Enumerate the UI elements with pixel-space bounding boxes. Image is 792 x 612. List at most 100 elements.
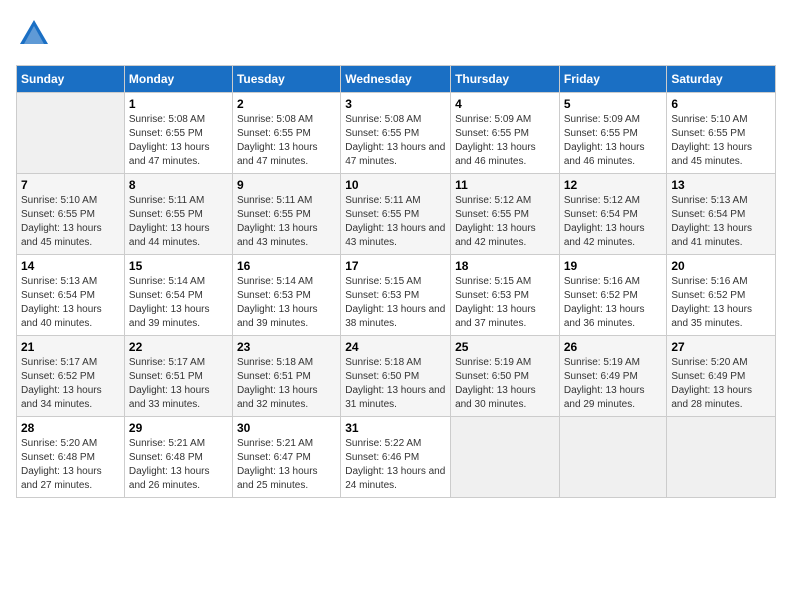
day-number: 20 (671, 259, 771, 273)
calendar-cell: 5 Sunrise: 5:09 AMSunset: 6:55 PMDayligh… (559, 93, 667, 174)
calendar-cell (17, 93, 125, 174)
day-info: Sunrise: 5:12 AMSunset: 6:55 PMDaylight:… (455, 195, 536, 248)
day-number: 24 (345, 340, 446, 354)
day-number: 16 (237, 259, 336, 273)
calendar-cell: 16 Sunrise: 5:14 AMSunset: 6:53 PMDaylig… (232, 255, 340, 336)
day-info: Sunrise: 5:13 AMSunset: 6:54 PMDaylight:… (21, 276, 102, 329)
day-number: 28 (21, 421, 120, 435)
weekday-header-monday: Monday (124, 66, 232, 93)
day-info: Sunrise: 5:14 AMSunset: 6:54 PMDaylight:… (129, 276, 210, 329)
weekday-header-wednesday: Wednesday (341, 66, 451, 93)
day-number: 23 (237, 340, 336, 354)
day-number: 2 (237, 97, 336, 111)
calendar-table: SundayMondayTuesdayWednesdayThursdayFrid… (16, 65, 776, 498)
weekday-header-friday: Friday (559, 66, 667, 93)
calendar-cell: 10 Sunrise: 5:11 AMSunset: 6:55 PMDaylig… (341, 174, 451, 255)
day-info: Sunrise: 5:16 AMSunset: 6:52 PMDaylight:… (564, 276, 645, 329)
calendar-week-4: 21 Sunrise: 5:17 AMSunset: 6:52 PMDaylig… (17, 336, 776, 417)
logo (16, 16, 56, 57)
calendar-cell: 8 Sunrise: 5:11 AMSunset: 6:55 PMDayligh… (124, 174, 232, 255)
page-header (16, 16, 776, 57)
day-number: 5 (564, 97, 663, 111)
calendar-week-5: 28 Sunrise: 5:20 AMSunset: 6:48 PMDaylig… (17, 417, 776, 498)
day-number: 21 (21, 340, 120, 354)
day-number: 19 (564, 259, 663, 273)
weekday-header-tuesday: Tuesday (232, 66, 340, 93)
day-info: Sunrise: 5:19 AMSunset: 6:49 PMDaylight:… (564, 357, 645, 410)
day-number: 3 (345, 97, 446, 111)
calendar-cell (667, 417, 776, 498)
day-info: Sunrise: 5:15 AMSunset: 6:53 PMDaylight:… (455, 276, 536, 329)
day-number: 13 (671, 178, 771, 192)
day-info: Sunrise: 5:11 AMSunset: 6:55 PMDaylight:… (237, 195, 318, 248)
calendar-cell: 29 Sunrise: 5:21 AMSunset: 6:48 PMDaylig… (124, 417, 232, 498)
calendar-cell (451, 417, 560, 498)
calendar-cell: 21 Sunrise: 5:17 AMSunset: 6:52 PMDaylig… (17, 336, 125, 417)
calendar-cell: 25 Sunrise: 5:19 AMSunset: 6:50 PMDaylig… (451, 336, 560, 417)
day-number: 26 (564, 340, 663, 354)
day-number: 10 (345, 178, 446, 192)
day-info: Sunrise: 5:18 AMSunset: 6:50 PMDaylight:… (345, 357, 445, 410)
calendar-cell: 24 Sunrise: 5:18 AMSunset: 6:50 PMDaylig… (341, 336, 451, 417)
calendar-cell: 23 Sunrise: 5:18 AMSunset: 6:51 PMDaylig… (232, 336, 340, 417)
day-info: Sunrise: 5:11 AMSunset: 6:55 PMDaylight:… (129, 195, 210, 248)
day-info: Sunrise: 5:14 AMSunset: 6:53 PMDaylight:… (237, 276, 318, 329)
day-info: Sunrise: 5:21 AMSunset: 6:47 PMDaylight:… (237, 438, 318, 491)
day-number: 7 (21, 178, 120, 192)
calendar-cell: 12 Sunrise: 5:12 AMSunset: 6:54 PMDaylig… (559, 174, 667, 255)
day-info: Sunrise: 5:13 AMSunset: 6:54 PMDaylight:… (671, 195, 752, 248)
day-number: 11 (455, 178, 555, 192)
calendar-cell: 4 Sunrise: 5:09 AMSunset: 6:55 PMDayligh… (451, 93, 560, 174)
weekday-header-saturday: Saturday (667, 66, 776, 93)
calendar-cell: 27 Sunrise: 5:20 AMSunset: 6:49 PMDaylig… (667, 336, 776, 417)
logo-icon (16, 16, 52, 57)
day-info: Sunrise: 5:21 AMSunset: 6:48 PMDaylight:… (129, 438, 210, 491)
calendar-cell: 30 Sunrise: 5:21 AMSunset: 6:47 PMDaylig… (232, 417, 340, 498)
calendar-cell: 13 Sunrise: 5:13 AMSunset: 6:54 PMDaylig… (667, 174, 776, 255)
calendar-cell: 22 Sunrise: 5:17 AMSunset: 6:51 PMDaylig… (124, 336, 232, 417)
day-number: 27 (671, 340, 771, 354)
calendar-cell: 14 Sunrise: 5:13 AMSunset: 6:54 PMDaylig… (17, 255, 125, 336)
calendar-cell: 26 Sunrise: 5:19 AMSunset: 6:49 PMDaylig… (559, 336, 667, 417)
day-info: Sunrise: 5:20 AMSunset: 6:48 PMDaylight:… (21, 438, 102, 491)
day-info: Sunrise: 5:17 AMSunset: 6:51 PMDaylight:… (129, 357, 210, 410)
day-info: Sunrise: 5:09 AMSunset: 6:55 PMDaylight:… (564, 114, 645, 167)
day-number: 1 (129, 97, 228, 111)
day-number: 15 (129, 259, 228, 273)
day-info: Sunrise: 5:17 AMSunset: 6:52 PMDaylight:… (21, 357, 102, 410)
calendar-cell: 1 Sunrise: 5:08 AMSunset: 6:55 PMDayligh… (124, 93, 232, 174)
day-number: 18 (455, 259, 555, 273)
calendar-week-2: 7 Sunrise: 5:10 AMSunset: 6:55 PMDayligh… (17, 174, 776, 255)
day-number: 29 (129, 421, 228, 435)
calendar-cell: 31 Sunrise: 5:22 AMSunset: 6:46 PMDaylig… (341, 417, 451, 498)
day-number: 31 (345, 421, 446, 435)
day-number: 17 (345, 259, 446, 273)
calendar-cell: 11 Sunrise: 5:12 AMSunset: 6:55 PMDaylig… (451, 174, 560, 255)
calendar-cell: 3 Sunrise: 5:08 AMSunset: 6:55 PMDayligh… (341, 93, 451, 174)
day-number: 30 (237, 421, 336, 435)
calendar-cell: 9 Sunrise: 5:11 AMSunset: 6:55 PMDayligh… (232, 174, 340, 255)
day-number: 9 (237, 178, 336, 192)
day-info: Sunrise: 5:18 AMSunset: 6:51 PMDaylight:… (237, 357, 318, 410)
calendar-week-1: 1 Sunrise: 5:08 AMSunset: 6:55 PMDayligh… (17, 93, 776, 174)
day-info: Sunrise: 5:15 AMSunset: 6:53 PMDaylight:… (345, 276, 445, 329)
weekday-header-sunday: Sunday (17, 66, 125, 93)
calendar-cell: 15 Sunrise: 5:14 AMSunset: 6:54 PMDaylig… (124, 255, 232, 336)
calendar-cell (559, 417, 667, 498)
day-info: Sunrise: 5:11 AMSunset: 6:55 PMDaylight:… (345, 195, 445, 248)
calendar-cell: 2 Sunrise: 5:08 AMSunset: 6:55 PMDayligh… (232, 93, 340, 174)
day-info: Sunrise: 5:22 AMSunset: 6:46 PMDaylight:… (345, 438, 445, 491)
day-number: 14 (21, 259, 120, 273)
calendar-cell: 20 Sunrise: 5:16 AMSunset: 6:52 PMDaylig… (667, 255, 776, 336)
calendar-header-row: SundayMondayTuesdayWednesdayThursdayFrid… (17, 66, 776, 93)
day-number: 8 (129, 178, 228, 192)
day-info: Sunrise: 5:08 AMSunset: 6:55 PMDaylight:… (129, 114, 210, 167)
day-number: 25 (455, 340, 555, 354)
calendar-cell: 19 Sunrise: 5:16 AMSunset: 6:52 PMDaylig… (559, 255, 667, 336)
weekday-header-thursday: Thursday (451, 66, 560, 93)
day-info: Sunrise: 5:08 AMSunset: 6:55 PMDaylight:… (345, 114, 445, 167)
day-info: Sunrise: 5:10 AMSunset: 6:55 PMDaylight:… (671, 114, 752, 167)
calendar-cell: 18 Sunrise: 5:15 AMSunset: 6:53 PMDaylig… (451, 255, 560, 336)
day-number: 4 (455, 97, 555, 111)
day-info: Sunrise: 5:16 AMSunset: 6:52 PMDaylight:… (671, 276, 752, 329)
